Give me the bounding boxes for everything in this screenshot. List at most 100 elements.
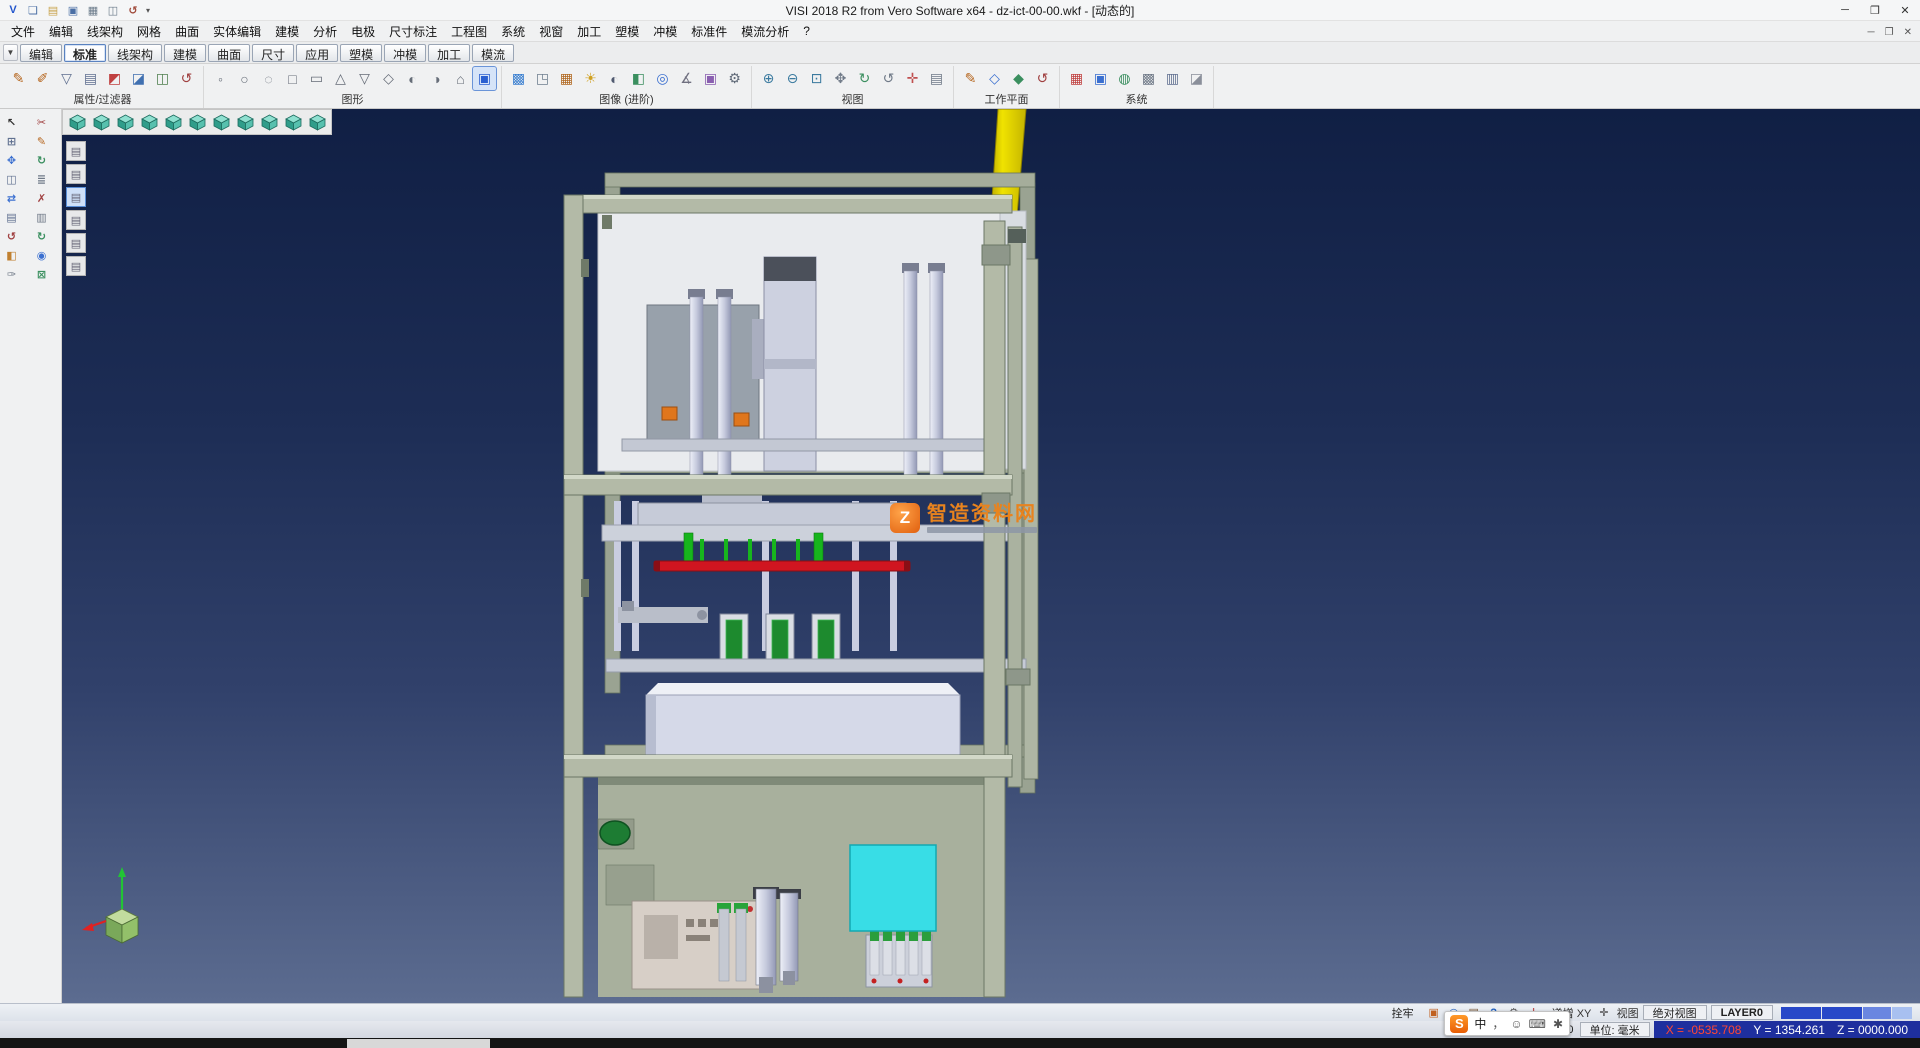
save-icon[interactable]: ▣ <box>64 2 82 18</box>
workplane-reset-icon[interactable]: ↺ <box>1031 67 1054 90</box>
toolbar-tab[interactable]: 模流 <box>472 44 514 62</box>
filter-icon[interactable]: ▽ <box>55 67 78 90</box>
ime-punct-icon[interactable]: ， <box>1492 1015 1504 1032</box>
status-image-icon[interactable]: ▣ <box>1426 1006 1442 1020</box>
annotate-icon[interactable]: ✑ <box>4 267 20 281</box>
paint-icon[interactable]: ◧ <box>4 248 20 262</box>
ime-emoji-icon[interactable]: ☺ <box>1510 1017 1522 1031</box>
select-icon[interactable]: ↖ <box>4 115 20 129</box>
modify-attributes-icon[interactable]: ✎ <box>7 67 30 90</box>
snap-grid-icon[interactable]: ⊞ <box>4 134 20 148</box>
import-icon[interactable]: ▦ <box>84 2 102 18</box>
rotate-icon[interactable]: ↻ <box>34 153 50 167</box>
viewport-3d[interactable]: ▤▤▤▤▤▤ <box>62 109 1920 1003</box>
view-iso2-cube[interactable] <box>234 111 256 133</box>
dynamic-view-icon[interactable]: ✛ <box>901 67 924 90</box>
maximize-button[interactable]: ❐ <box>1860 0 1890 20</box>
minimize-button[interactable]: ─ <box>1830 0 1860 20</box>
slot-icon[interactable]: ▭ <box>305 67 328 90</box>
workplane-view-icon[interactable]: ◆ <box>1007 67 1030 90</box>
menu-item[interactable]: 冲模 <box>646 21 684 42</box>
prism-icon[interactable]: ⌂ <box>449 67 472 90</box>
menu-item[interactable]: 线架构 <box>80 21 130 42</box>
view-back-cube[interactable] <box>186 111 208 133</box>
menu-item[interactable]: 网格 <box>130 21 168 42</box>
zoom-out-icon[interactable]: ⊖ <box>781 67 804 90</box>
diamond-icon[interactable]: ◇ <box>377 67 400 90</box>
mdi-close-button[interactable]: ✕ <box>1904 27 1912 38</box>
undo-icon[interactable]: ↺ <box>124 2 142 18</box>
taskbar[interactable] <box>0 1038 1920 1048</box>
dimension-icon[interactable]: ⇄ <box>4 191 20 205</box>
color-filter-icon[interactable]: ◩ <box>103 67 126 90</box>
workplane-create-icon[interactable]: ✎ <box>959 67 982 90</box>
ime-keyboard-icon[interactable]: ⌨ <box>1529 1017 1546 1031</box>
menu-item[interactable]: 标准件 <box>684 21 734 42</box>
menu-item[interactable]: 分析 <box>306 21 344 42</box>
measure-icon[interactable]: ∡ <box>675 67 698 90</box>
toolbar-tab[interactable]: 尺寸 <box>252 44 294 62</box>
menu-item[interactable]: 曲面 <box>168 21 206 42</box>
cylinder-icon[interactable]: ◑ <box>425 67 448 90</box>
tab-dropdown-icon[interactable]: ▼ <box>3 44 18 61</box>
reset-filter-icon[interactable]: ↺ <box>175 67 198 90</box>
toolbar-tab[interactable]: 标准 <box>64 44 106 62</box>
element-filter-icon[interactable]: ◪ <box>127 67 150 90</box>
display-settings-icon[interactable]: ▣ <box>1089 67 1112 90</box>
menu-item[interactable]: 塑模 <box>608 21 646 42</box>
menu-item[interactable]: ? <box>796 22 817 40</box>
open-file-icon[interactable]: ▤ <box>44 2 62 18</box>
toolbar-tab[interactable]: 编辑 <box>20 44 62 62</box>
globe-icon[interactable]: ◍ <box>1113 67 1136 90</box>
move-icon[interactable]: ✥ <box>4 153 20 167</box>
zoom-fit-icon[interactable]: ⊡ <box>805 67 828 90</box>
toolbar-tab[interactable]: 曲面 <box>208 44 250 62</box>
visi-logo-icon[interactable]: V <box>4 2 22 18</box>
table-icon[interactable]: ▥ <box>1161 67 1184 90</box>
rotate-view-icon[interactable]: ↻ <box>853 67 876 90</box>
menu-item[interactable]: 尺寸标注 <box>382 21 444 42</box>
absolute-view-selector[interactable]: 绝对视图 <box>1643 1005 1707 1020</box>
menu-item[interactable]: 建模 <box>268 21 306 42</box>
grid-icon[interactable]: ▩ <box>1137 67 1160 90</box>
taskbar-window-thumbnail[interactable] <box>347 1039 490 1048</box>
toolbar-tab[interactable]: 加工 <box>428 44 470 62</box>
menu-item[interactable]: 系统 <box>494 21 532 42</box>
lock-toggle[interactable]: 拴牢 <box>1386 1005 1420 1021</box>
ime-logo-icon[interactable]: S <box>1450 1015 1468 1033</box>
toolbar-tab[interactable]: 塑模 <box>340 44 382 62</box>
menu-item[interactable]: 文件 <box>4 21 42 42</box>
arc-icon[interactable]: ◌ <box>257 67 280 90</box>
view-iso4-cube[interactable] <box>282 111 304 133</box>
image-settings-icon[interactable]: ⚙ <box>723 67 746 90</box>
swap-icon[interactable]: ⊠ <box>34 267 50 281</box>
clipboard-view-6[interactable]: ▤ <box>66 256 86 276</box>
active-layer-selector[interactable]: LAYER0 <box>1711 1005 1773 1020</box>
mdi-minimize-button[interactable]: ─ <box>1868 27 1875 38</box>
magnet-icon[interactable]: ◉ <box>34 248 50 262</box>
undo-icon[interactable]: ↺ <box>4 229 20 243</box>
texture-icon[interactable]: ▦ <box>555 67 578 90</box>
shadow-icon[interactable]: ◐ <box>603 67 626 90</box>
clipboard-view-5[interactable]: ▤ <box>66 233 86 253</box>
triangle-icon[interactable]: △ <box>329 67 352 90</box>
perspective-icon[interactable]: ◪ <box>1185 67 1208 90</box>
point-icon[interactable]: ◦ <box>209 67 232 90</box>
capture-icon[interactable]: ▣ <box>699 67 722 90</box>
rectangle-icon[interactable]: □ <box>281 67 304 90</box>
view-iso-cube[interactable] <box>66 111 88 133</box>
clipboard-view-3[interactable]: ▤ <box>66 187 86 207</box>
view-left-cube[interactable] <box>162 111 184 133</box>
menu-item[interactable]: 电极 <box>344 21 382 42</box>
cone-icon[interactable]: ▽ <box>353 67 376 90</box>
view-shaded-cube[interactable] <box>306 111 328 133</box>
offset-icon[interactable]: ≣ <box>34 172 50 186</box>
zoom-selection-icon[interactable]: ◎ <box>651 67 674 90</box>
view-iso3-cube[interactable] <box>258 111 280 133</box>
render-shaded-icon[interactable]: ▩ <box>507 67 530 90</box>
toolbar-tab[interactable]: 建模 <box>164 44 206 62</box>
copy-attributes-icon[interactable]: ✐ <box>31 67 54 90</box>
section-view-icon[interactable]: ◧ <box>627 67 650 90</box>
toolbar-tab[interactable]: 应用 <box>296 44 338 62</box>
view-right-cube[interactable] <box>138 111 160 133</box>
